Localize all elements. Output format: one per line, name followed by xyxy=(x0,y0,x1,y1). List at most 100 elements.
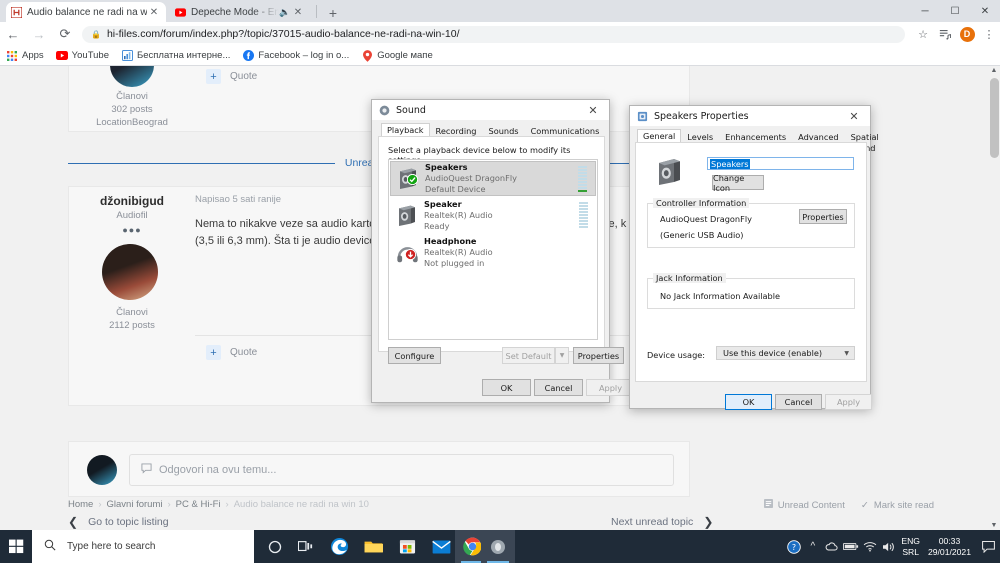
close-icon[interactable]: ✕ xyxy=(838,106,870,126)
browser-tab-2[interactable]: Depeche Mode - Enjoy The S 🔈 ✕ xyxy=(170,2,310,22)
microsoft-store-icon[interactable] xyxy=(390,530,424,563)
change-icon-button[interactable]: Change Icon xyxy=(712,173,764,193)
sound-dialog-tabs[interactable]: Playback Recording Sounds Communications xyxy=(381,123,605,137)
avatar[interactable] xyxy=(102,244,158,300)
edge-icon[interactable] xyxy=(322,530,356,563)
search-input[interactable]: Type here to search xyxy=(32,530,254,563)
quote-row[interactable]: + Quote xyxy=(206,345,257,360)
onedrive-icon[interactable] xyxy=(822,530,841,563)
sound-dialog[interactable]: Sound ✕ Playback Recording Sounds Commun… xyxy=(371,99,635,403)
reload-button[interactable]: ⟳ xyxy=(52,22,78,46)
avatar[interactable] xyxy=(110,66,154,87)
bookmark-youtube[interactable]: YouTube xyxy=(55,50,109,62)
scrollbar-thumb[interactable] xyxy=(990,78,999,158)
maps-pin-icon xyxy=(361,49,373,62)
playback-device-list[interactable]: Speakers AudioQuest DragonFly Default De… xyxy=(388,159,598,340)
mark-site-read-link[interactable]: ✓ Mark site read xyxy=(861,500,934,511)
plus-icon[interactable]: + xyxy=(206,345,221,360)
battery-icon[interactable] xyxy=(841,530,860,563)
speakers-properties-titlebar[interactable]: Speakers Properties ✕ xyxy=(630,106,870,126)
cortana-icon[interactable] xyxy=(258,530,292,563)
star-icon[interactable]: ☆ xyxy=(912,22,934,46)
task-view-icon[interactable] xyxy=(288,530,322,563)
properties-cancel-button[interactable]: Cancel xyxy=(775,394,822,410)
close-window-button[interactable]: ✕ xyxy=(970,0,1000,22)
action-center-icon[interactable] xyxy=(976,530,1000,563)
breadcrumb-glavni-forumi[interactable]: Glavni forumi xyxy=(107,499,163,510)
sound-ok-button[interactable]: OK xyxy=(482,379,531,396)
wifi-icon[interactable] xyxy=(860,530,879,563)
browser-toolbar: ← → ⟳ 🔒 hi-files.com/forum/index.php?/to… xyxy=(0,22,1000,46)
next-unread-topic-link[interactable]: Next unread topic ❯ xyxy=(611,515,713,529)
bookmark-google-maps[interactable]: Google мапе xyxy=(361,49,433,62)
quote-label[interactable]: Quote xyxy=(230,71,257,82)
breadcrumb-pc-hifi[interactable]: PC & Hi-Fi xyxy=(176,499,221,510)
close-icon[interactable]: ✕ xyxy=(577,100,609,120)
device-properties-button[interactable]: Properties xyxy=(573,347,624,364)
language-indicator[interactable]: ENG SRL xyxy=(898,536,923,558)
browser-tab-2-close-icon[interactable]: ✕ xyxy=(291,7,305,18)
show-hidden-icons-icon[interactable]: ^ xyxy=(803,530,822,563)
sound-control-panel-icon[interactable] xyxy=(481,530,515,563)
post-author-name[interactable]: džonibigud xyxy=(62,194,202,208)
apps-grid-icon xyxy=(6,50,18,62)
back-button[interactable]: ← xyxy=(0,22,26,46)
sound-cancel-button[interactable]: Cancel xyxy=(534,379,583,396)
file-explorer-icon[interactable] xyxy=(356,530,390,563)
post-author-rank: ●●● xyxy=(122,225,142,235)
scroll-down-arrow-icon[interactable]: ▼ xyxy=(990,522,998,529)
device-row-speakers[interactable]: Speakers AudioQuest DragonFly Default De… xyxy=(390,161,596,196)
device-name-input[interactable]: Speakers xyxy=(707,157,854,170)
configure-button[interactable]: Configure xyxy=(388,347,441,364)
reply-input[interactable]: Odgovori na ovu temu... xyxy=(129,454,674,486)
minimize-button[interactable]: ─ xyxy=(910,0,940,22)
tab-general[interactable]: General xyxy=(637,129,682,143)
sound-dialog-titlebar[interactable]: Sound ✕ xyxy=(372,100,609,120)
forward-button[interactable]: → xyxy=(26,22,52,46)
breadcrumb-sep: › xyxy=(225,499,229,510)
device-status: Not plugged in xyxy=(424,258,485,268)
device-name-value: Speakers xyxy=(710,158,750,169)
scroll-up-arrow-icon[interactable]: ▲ xyxy=(990,67,998,74)
bookmark-internet[interactable]: Бесплатна интерне... xyxy=(121,50,230,62)
plus-icon[interactable]: + xyxy=(206,69,221,84)
device-row-speaker[interactable]: Speaker Realtek(R) Audio Ready xyxy=(390,198,596,233)
quote-row[interactable]: + Quote xyxy=(206,69,257,84)
speakers-properties-dialog[interactable]: Speakers Properties ✕ General Levels Enh… xyxy=(629,105,879,410)
breadcrumb-sep: › xyxy=(98,499,102,510)
avatar[interactable] xyxy=(87,455,117,485)
browser-tab-1[interactable]: Audio balance ne radi na win 10 ✕ xyxy=(6,2,166,22)
bookmark-facebook[interactable]: Facebook – log in o... xyxy=(242,50,349,62)
tab-playback[interactable]: Playback xyxy=(381,123,430,137)
quote-label[interactable]: Quote xyxy=(230,347,257,358)
speakers-properties-tabs[interactable]: General Levels Enhancements Advanced Spa… xyxy=(637,129,885,153)
unread-content-link[interactable]: Unread Content xyxy=(763,499,845,511)
browser-tab-2-title: Depeche Mode - Enjoy The S xyxy=(191,6,279,18)
go-to-topic-listing-link[interactable]: ❮ Go to topic listing xyxy=(68,515,169,529)
controller-properties-button[interactable]: Properties xyxy=(799,209,847,224)
breadcrumb-home[interactable]: Home xyxy=(68,499,93,510)
windows-start-icon[interactable] xyxy=(0,530,32,563)
mail-icon[interactable] xyxy=(424,530,458,563)
bookmark-apps[interactable]: Apps xyxy=(6,50,44,62)
page-scrollbar[interactable]: ▲ ▼ xyxy=(988,66,1000,530)
profile-avatar[interactable]: D xyxy=(956,22,978,46)
address-bar[interactable]: 🔒 hi-files.com/forum/index.php?/topic/37… xyxy=(82,25,905,43)
clock[interactable]: 00:33 29/01/2021 xyxy=(923,536,976,558)
device-usage-select[interactable]: Use this device (enable) ▼ xyxy=(716,346,855,360)
set-default-dropdown-arrow-icon[interactable]: ▼ xyxy=(555,347,569,364)
sound-apply-button[interactable]: Apply xyxy=(586,379,635,396)
properties-ok-button[interactable]: OK xyxy=(725,394,772,410)
browser-tab-1-close-icon[interactable]: ✕ xyxy=(147,7,161,18)
three-dots-icon[interactable]: ⋮ xyxy=(978,22,1000,46)
tab-audio-icon[interactable]: 🔈 xyxy=(279,7,291,18)
maximize-button[interactable]: ☐ xyxy=(940,0,970,22)
post-author-group: Članovi xyxy=(116,307,148,318)
help-icon[interactable]: ? xyxy=(784,530,803,563)
properties-apply-button[interactable]: Apply xyxy=(825,394,872,410)
reading-list-icon[interactable] xyxy=(934,22,956,46)
volume-icon[interactable] xyxy=(879,530,898,563)
new-tab-button[interactable]: + xyxy=(324,4,342,22)
device-row-headphone[interactable]: Headphone Realtek(R) Audio Not plugged i… xyxy=(390,235,596,270)
set-default-button[interactable]: Set Default xyxy=(502,347,555,364)
